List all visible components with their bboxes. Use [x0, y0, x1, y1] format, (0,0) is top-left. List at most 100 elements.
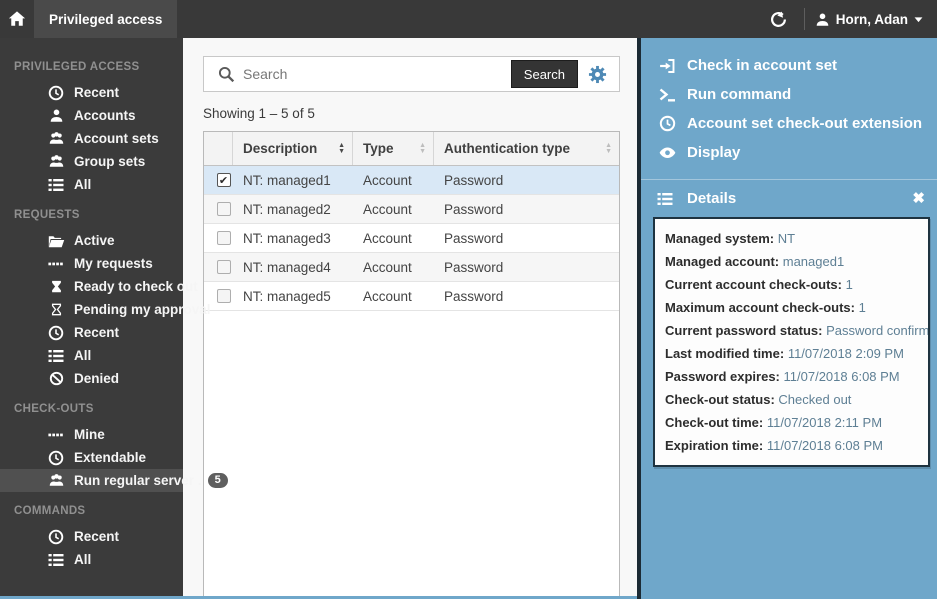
sidebar-item-requests-all[interactable]: All — [0, 344, 183, 367]
section-title: COMMANDS — [0, 492, 183, 525]
home-button[interactable] — [0, 0, 34, 38]
detail-row-last-modified: Last modified time: 11/07/2018 2:09 PM — [665, 342, 928, 365]
cell-auth-type: Password — [434, 253, 619, 281]
row-checkbox-checked[interactable]: ✔ — [217, 173, 231, 187]
sidebar-item-ready-to-check-out[interactable]: Ready to check out — [0, 275, 183, 298]
sidebar-item-account-sets[interactable]: Account sets — [0, 127, 183, 150]
ellipsis-icon — [47, 256, 65, 272]
column-label: Description — [243, 141, 317, 156]
column-header-type[interactable]: Type ▲▼ — [353, 132, 434, 165]
column-label: Type — [363, 141, 394, 156]
column-header-authentication-type[interactable]: Authentication type ▲▼ — [434, 132, 619, 165]
clock-icon — [47, 325, 65, 341]
topbar-right: Horn, Adan — [764, 0, 937, 38]
sidebar-item-commands-recent[interactable]: Recent — [0, 525, 183, 548]
sidebar-item-run-regular-server[interactable]: Run regular server . 5 — [0, 469, 183, 492]
section-title: CHECK-OUTS — [0, 390, 183, 423]
sidebar-item-recent[interactable]: Recent — [0, 81, 183, 104]
search-button[interactable]: Search — [511, 60, 578, 88]
detail-row-managed-system: Managed system: NT — [665, 227, 928, 250]
action-check-in-account-set[interactable]: Check in account set — [641, 51, 937, 80]
sidebar-item-label: Denied — [74, 371, 119, 386]
action-run-command[interactable]: Run command — [641, 80, 937, 109]
users-icon — [47, 154, 65, 170]
topbar: Privileged access Horn, Adan — [0, 0, 937, 38]
list-icon — [47, 348, 65, 364]
detail-row-managed-account: Managed account: managed1 — [665, 250, 928, 273]
list-icon — [47, 552, 65, 568]
search-input[interactable] — [243, 66, 511, 82]
sidebar-item-label: Accounts — [74, 108, 136, 123]
cell-type: Account — [353, 195, 434, 223]
sort-icon: ▲▼ — [419, 143, 426, 155]
sidebar-item-denied[interactable]: Denied — [0, 367, 183, 390]
sidebar-item-label: Account sets — [74, 131, 159, 146]
sidebar-item-active[interactable]: Active — [0, 229, 183, 252]
sidebar-item-extendable[interactable]: Extendable — [0, 446, 183, 469]
detail-row-password-expires: Password expires: 11/07/2018 6:08 PM — [665, 365, 928, 388]
count-badge: 5 — [208, 473, 228, 488]
user-icon — [815, 12, 830, 27]
sidebar-item-pending-my-approval[interactable]: Pending my approval — [0, 298, 183, 321]
user-name: Horn, Adan — [836, 12, 908, 27]
sidebar-item-all[interactable]: All — [0, 173, 183, 196]
details-title: Details — [687, 190, 736, 207]
sidebar-item-mine[interactable]: Mine — [0, 423, 183, 446]
clock-icon — [47, 450, 65, 466]
results-table: Description ▲▼ Type ▲▼ Authentication ty… — [203, 131, 620, 599]
row-checkbox[interactable] — [217, 202, 231, 216]
sidebar-item-label: All — [74, 348, 91, 363]
gear-icon[interactable] — [588, 65, 607, 84]
refresh-icon — [770, 11, 787, 28]
sidebar-item-group-sets[interactable]: Group sets — [0, 150, 183, 173]
tab-privileged-access[interactable]: Privileged access — [34, 0, 177, 38]
action-account-set-check-out-extension[interactable]: Account set check-out extension — [641, 109, 937, 138]
ellipsis-icon — [47, 427, 65, 443]
sidebar-item-label: Recent — [74, 325, 119, 340]
table-row[interactable]: NT: managed3 Account Password — [204, 224, 619, 253]
column-header-description[interactable]: Description ▲▼ — [233, 132, 353, 165]
tab-label: Privileged access — [49, 12, 162, 27]
sidebar-item-label: Recent — [74, 529, 119, 544]
cell-description: NT: managed1 — [233, 166, 353, 194]
sidebar-item-my-requests[interactable]: My requests — [0, 252, 183, 275]
details-header: Details ✖ — [641, 180, 937, 215]
sidebar-item-label: Run regular server . — [74, 473, 202, 488]
detail-row-password-status: Current password status: Password confir… — [665, 319, 928, 342]
clock-icon — [47, 85, 65, 101]
table-row[interactable]: NT: managed5 Account Password — [204, 282, 619, 311]
topbar-divider — [804, 8, 805, 30]
table-row[interactable]: ✔ NT: managed1 Account Password — [204, 166, 619, 195]
cell-auth-type: Password — [434, 195, 619, 223]
ban-icon — [47, 371, 65, 387]
action-label: Display — [687, 144, 740, 161]
cell-description: NT: managed3 — [233, 224, 353, 252]
user-icon — [47, 108, 65, 124]
hourglass-outline-icon — [47, 302, 65, 318]
sidebar-item-requests-recent[interactable]: Recent — [0, 321, 183, 344]
close-icon[interactable]: ✖ — [912, 192, 925, 206]
row-checkbox[interactable] — [217, 260, 231, 274]
action-label: Account set check-out extension — [687, 115, 922, 132]
sidebar-item-commands-all[interactable]: All — [0, 548, 183, 571]
results-summary: Showing 1 – 5 of 5 — [203, 106, 315, 121]
section-title: REQUESTS — [0, 196, 183, 229]
cell-description: NT: managed4 — [233, 253, 353, 281]
sidebar-item-accounts[interactable]: Accounts — [0, 104, 183, 127]
table-row[interactable]: NT: managed4 Account Password — [204, 253, 619, 282]
row-checkbox[interactable] — [217, 289, 231, 303]
list-icon — [657, 191, 677, 207]
column-label: Authentication type — [444, 141, 570, 156]
chevron-down-icon — [914, 16, 923, 23]
users-icon — [47, 131, 65, 147]
home-icon — [7, 10, 27, 28]
search-button-label: Search — [524, 67, 565, 82]
users-icon — [47, 473, 65, 489]
action-display[interactable]: Display — [641, 138, 937, 167]
table-row[interactable]: NT: managed2 Account Password — [204, 195, 619, 224]
row-checkbox[interactable] — [217, 231, 231, 245]
user-menu[interactable]: Horn, Adan — [815, 12, 937, 27]
cell-type: Account — [353, 224, 434, 252]
refresh-button[interactable] — [764, 11, 794, 28]
sidebar-item-label: Mine — [74, 427, 105, 442]
